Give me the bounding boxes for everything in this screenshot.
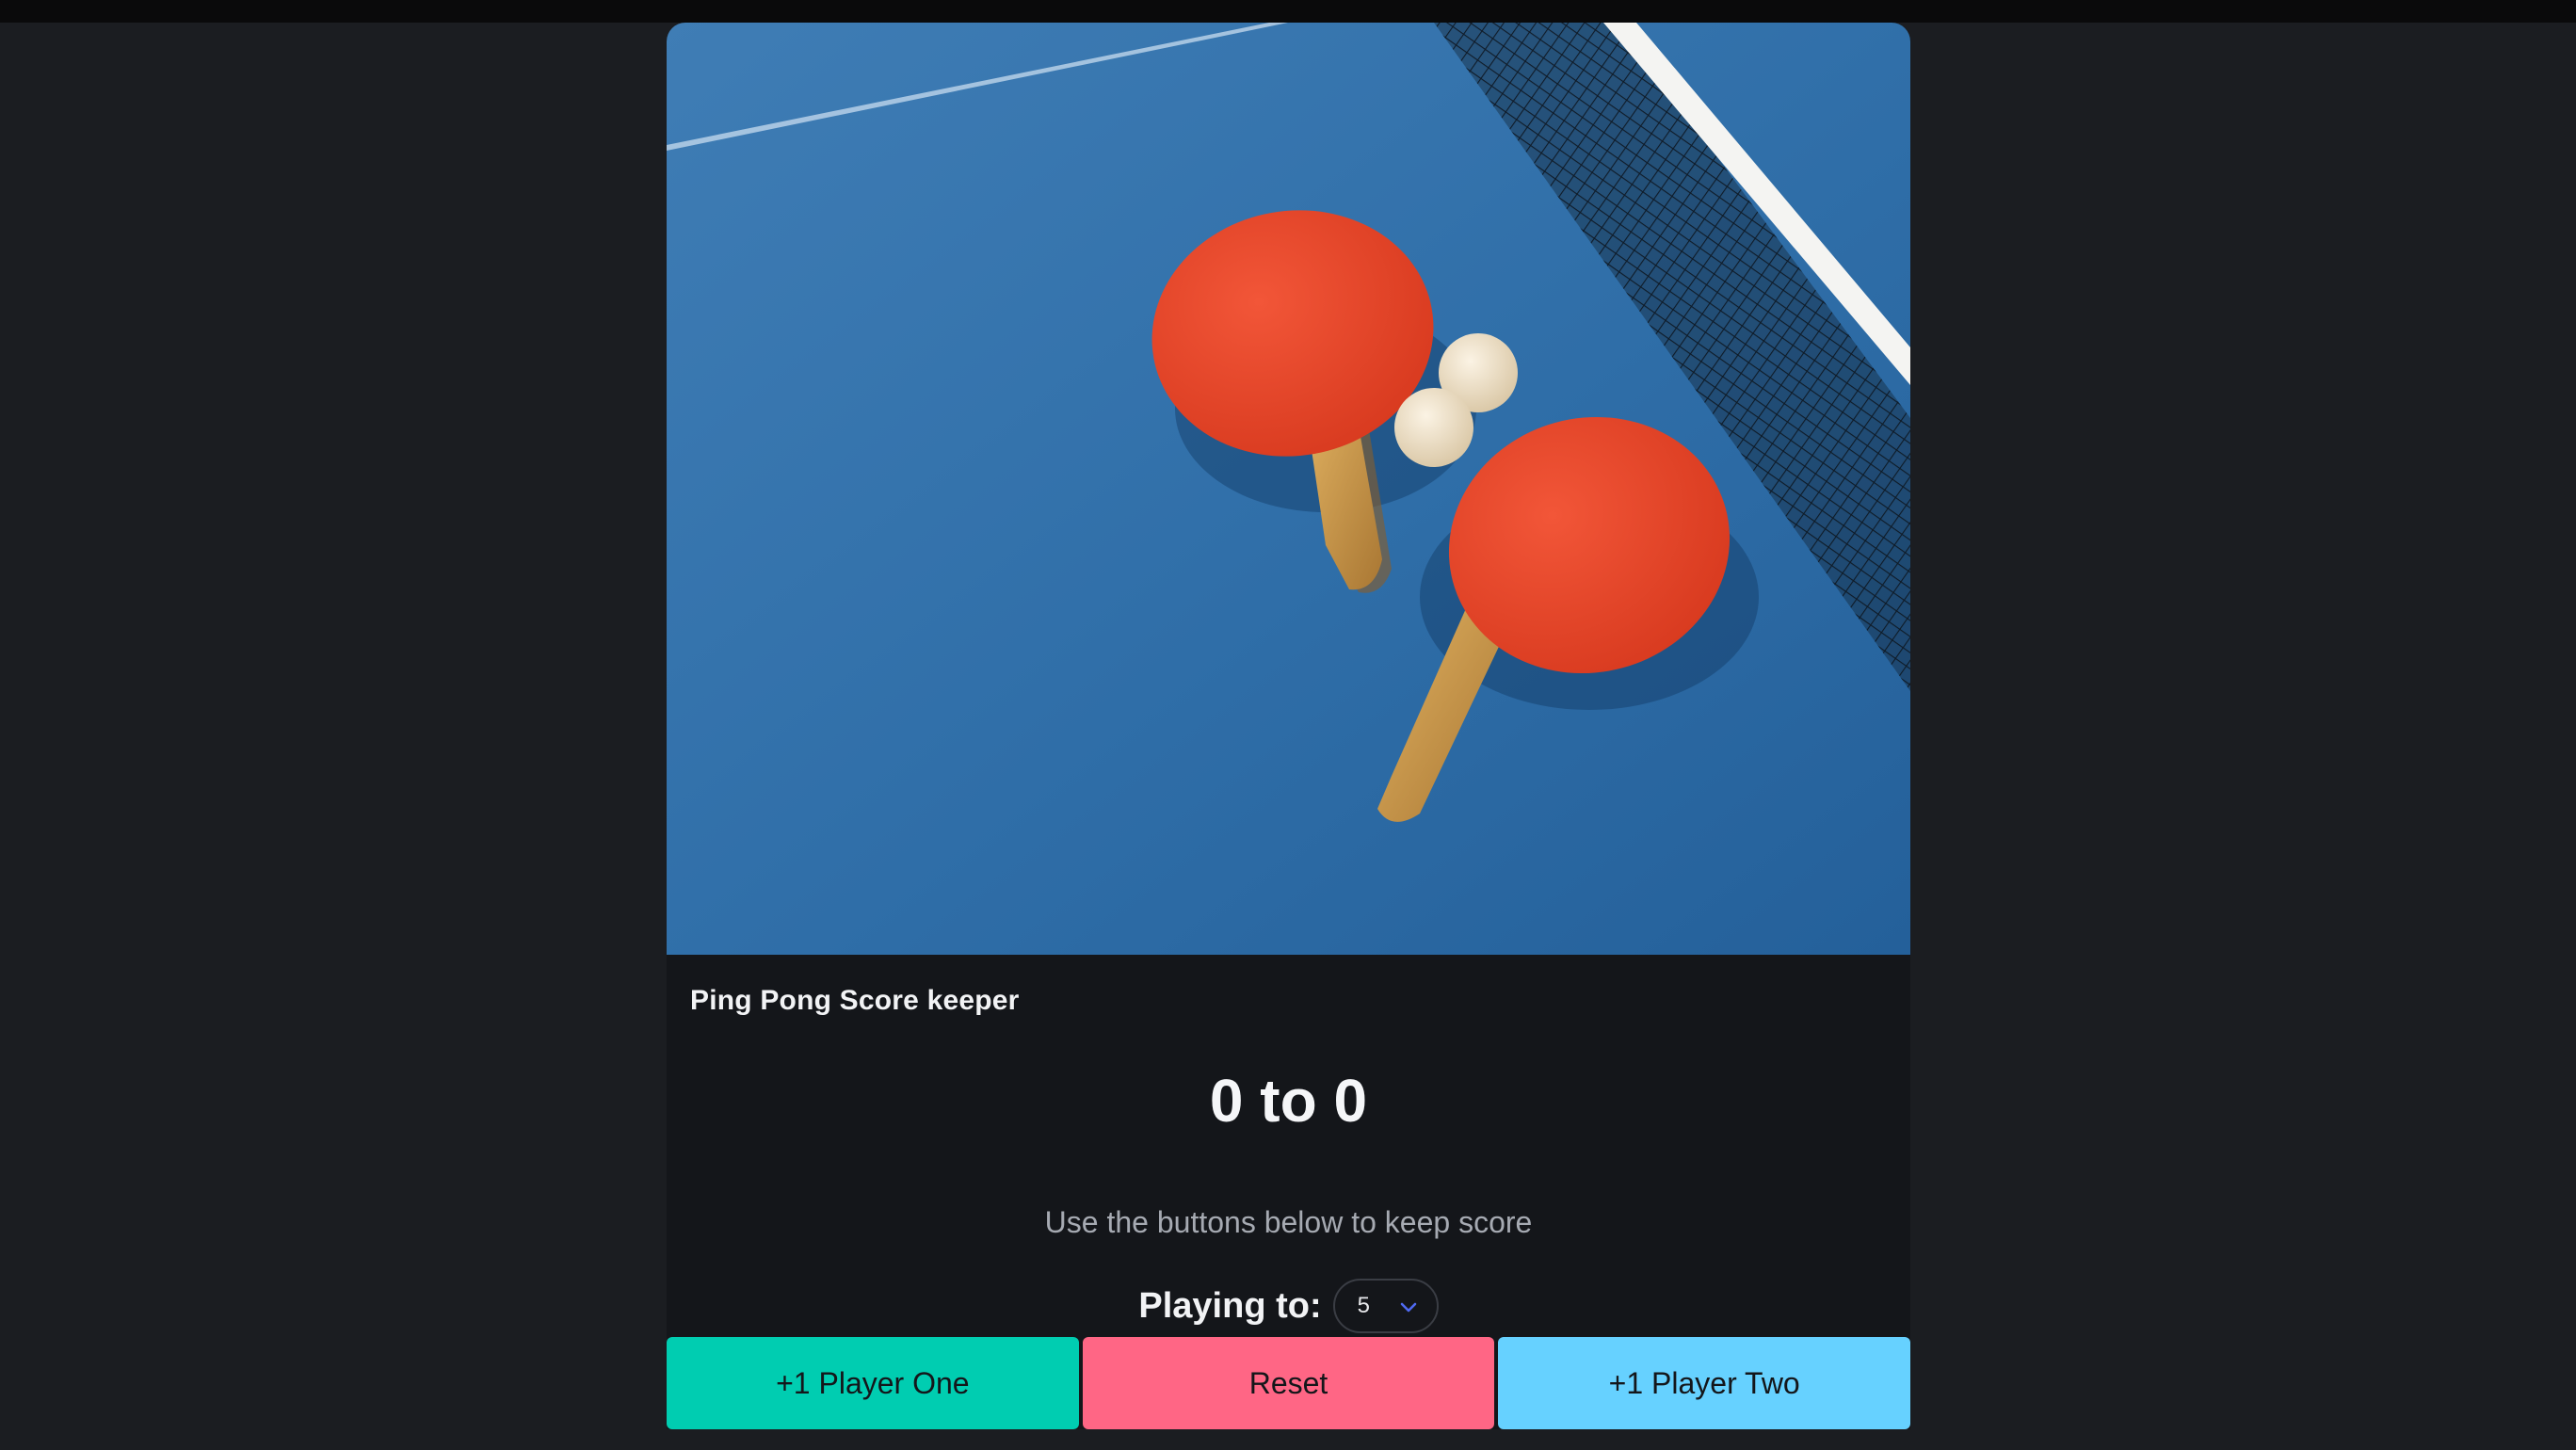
score-display: 0 to 0: [1209, 1067, 1368, 1135]
playing-to-label: Playing to:: [1138, 1285, 1322, 1326]
ping-pong-hero-image: [667, 23, 1910, 955]
score-buttons: +1 Player One Reset +1 Player Two: [667, 1337, 1910, 1429]
reset-button[interactable]: Reset: [1082, 1337, 1495, 1429]
instruction-text: Use the buttons below to keep score: [1044, 1205, 1533, 1239]
browser-top-bar: [0, 0, 2576, 23]
chevron-down-icon: [1400, 1302, 1416, 1313]
player-two-button[interactable]: +1 Player Two: [1498, 1337, 1910, 1429]
playing-to-row: Playing to: 5: [667, 1279, 1910, 1333]
card-title: Ping Pong Score keeper: [690, 985, 1020, 1016]
score-keeper-card: Ping Pong Score keeper 0 to 0 Use the bu…: [667, 23, 1910, 1429]
player-one-button[interactable]: +1 Player One: [667, 1337, 1079, 1429]
playing-to-value: 5: [1357, 1293, 1370, 1318]
playing-to-select[interactable]: 5: [1332, 1279, 1439, 1333]
